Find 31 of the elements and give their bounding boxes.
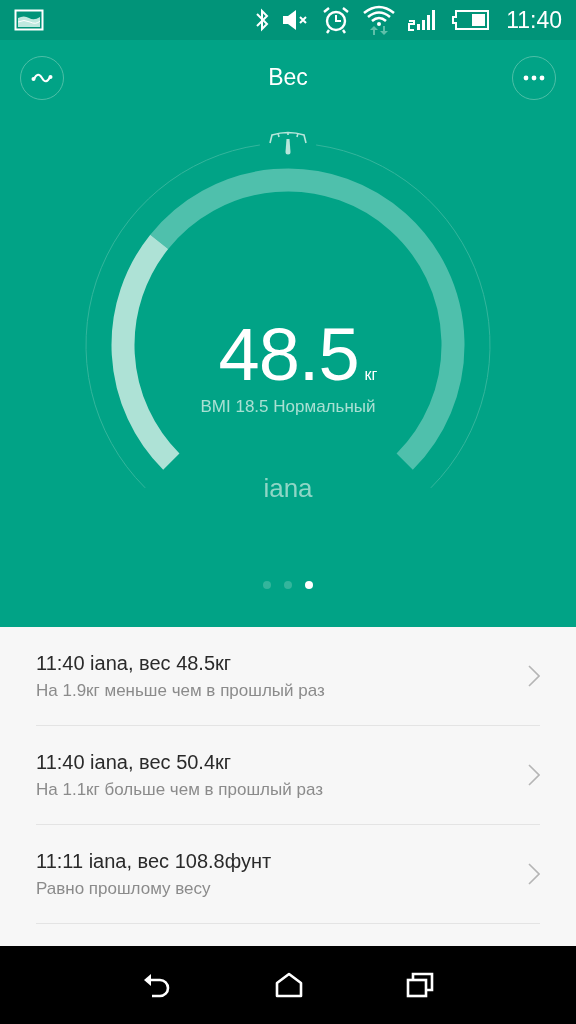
wifi-icon <box>362 4 397 36</box>
record-title: 11:40 iana, вес 50.4кг <box>36 750 233 774</box>
record-title: 11:11 iana, вес 108.8фунт <box>36 849 272 873</box>
screen-title: Вес <box>268 64 308 91</box>
record-row[interactable]: 11:40 iana, вес 50.4кг На 1.1кг больше чем в прошлый раз <box>36 726 540 825</box>
battery-icon <box>452 9 491 31</box>
wave-icon <box>31 71 53 84</box>
bmi-text: BMI 18.5 Нормальный <box>200 397 376 417</box>
chevron-icon <box>528 764 540 786</box>
page-dot[interactable] <box>284 581 292 589</box>
chevron-icon <box>528 665 540 687</box>
more-icon <box>523 74 545 81</box>
chevron-icon <box>528 863 540 885</box>
scale-icon <box>269 131 307 155</box>
record-subtitle: На 1.1кг больше чем в прошлый раз <box>36 779 323 800</box>
gallery-icon <box>14 9 44 31</box>
recent-apps-icon[interactable] <box>406 972 435 998</box>
record-subtitle: Равно прошлому весу <box>36 878 212 899</box>
record-row[interactable]: 11:40 iana, вес 48.5кг На 1.9кг меньше чем в прошлый раз <box>36 627 540 726</box>
alarm-icon <box>322 6 351 34</box>
page-dot[interactable] <box>305 581 313 589</box>
user-name: iana <box>263 473 313 504</box>
record-row[interactable]: 11:11 iana, вес 108.8фунт Равно прошлому весу <box>36 825 540 924</box>
weight-value: 48.5 <box>218 315 359 395</box>
bluetooth-icon <box>254 7 271 33</box>
status-time: 11:40 <box>506 6 562 34</box>
home-icon[interactable] <box>275 972 303 998</box>
record-title: 11:40 iana, вес 48.5кг <box>36 651 233 675</box>
page-dot[interactable] <box>263 581 271 589</box>
weight-unit: кг <box>364 366 378 384</box>
record-subtitle: На 1.9кг меньше чем в прошлый раз <box>36 680 325 701</box>
